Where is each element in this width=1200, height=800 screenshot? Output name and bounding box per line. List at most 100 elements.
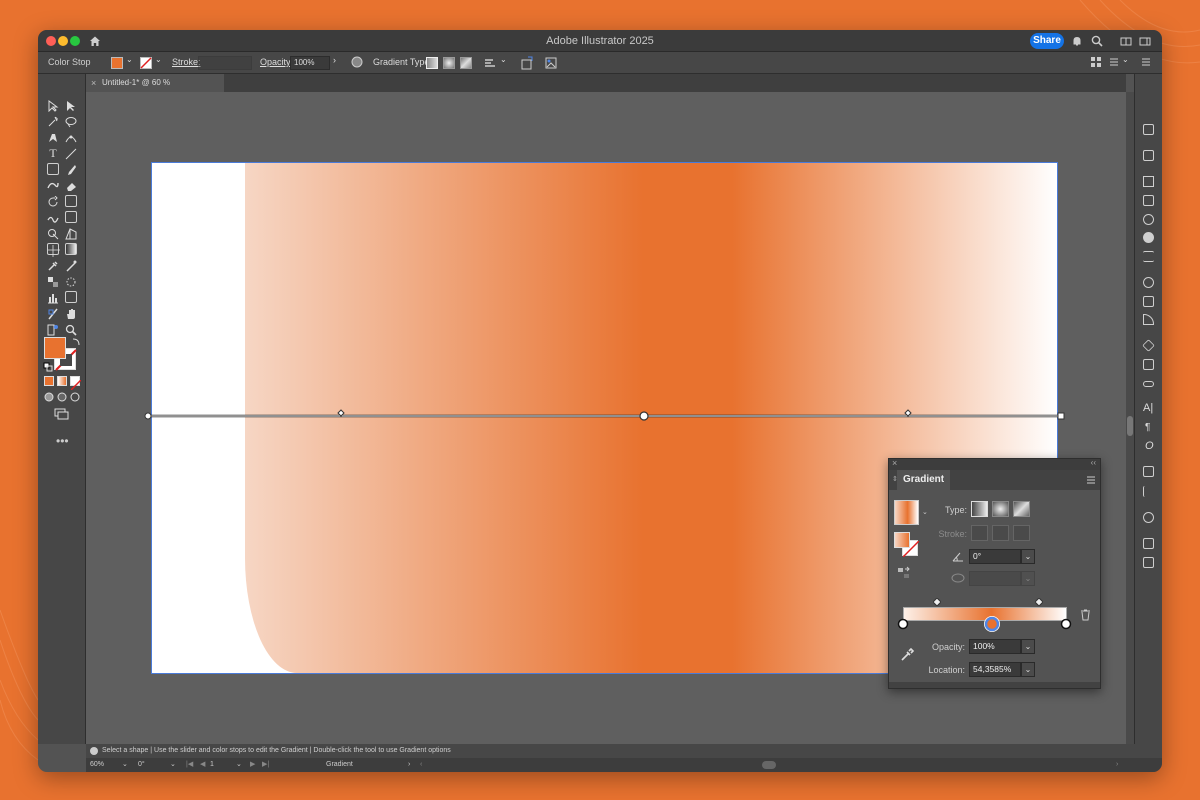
gradient-end-handle[interactable] bbox=[1057, 412, 1065, 420]
opentype-panel-icon[interactable]: O bbox=[1145, 440, 1154, 452]
measure-tool-icon[interactable] bbox=[65, 259, 77, 272]
arrange-panels-icon[interactable] bbox=[1090, 56, 1102, 68]
links-panel-icon[interactable] bbox=[1143, 381, 1154, 387]
align-icon[interactable] bbox=[483, 57, 497, 69]
gradient-panel-tab[interactable]: Gradient bbox=[897, 470, 951, 490]
scroll-right-icon[interactable]: › bbox=[1116, 758, 1118, 772]
panel-freeform-type-button[interactable] bbox=[1013, 501, 1030, 517]
stroke-swatch[interactable] bbox=[140, 57, 152, 69]
blend-tool-icon[interactable] bbox=[47, 275, 59, 287]
opacity-field[interactable]: 100% bbox=[290, 56, 330, 70]
status-menu-chevron-icon[interactable]: › bbox=[408, 758, 410, 772]
symbols-panel-icon[interactable] bbox=[1143, 232, 1154, 243]
scroll-left-icon[interactable]: ‹ bbox=[420, 758, 422, 772]
close-panel-icon[interactable]: × bbox=[892, 458, 897, 468]
rotation-value[interactable]: 0° bbox=[138, 758, 145, 772]
artboard-number[interactable]: 1 bbox=[210, 758, 214, 772]
opacity-label[interactable]: Opacity: bbox=[260, 57, 293, 67]
gradient-tool-icon[interactable] bbox=[65, 243, 77, 255]
transform-icon[interactable] bbox=[520, 56, 534, 70]
align-panel-icon[interactable] bbox=[1143, 486, 1154, 497]
stroke-dropdown-chevron-icon[interactable]: ⌄ bbox=[155, 55, 162, 64]
align-dropdown-chevron-icon[interactable]: ⌄ bbox=[500, 55, 507, 64]
rotation-dropdown-chevron-icon[interactable]: ⌄ bbox=[170, 758, 176, 772]
panel-linear-type-button[interactable] bbox=[971, 501, 988, 517]
help-icon[interactable] bbox=[90, 747, 98, 755]
options-chevron-icon[interactable]: ⌄ bbox=[1122, 55, 1129, 64]
fill-dropdown-chevron-icon[interactable]: ⌄ bbox=[126, 55, 133, 64]
collapse-panel-icon[interactable]: ‹‹ bbox=[1091, 458, 1096, 467]
image-trace-icon[interactable] bbox=[544, 56, 558, 70]
stroke-panel-icon[interactable] bbox=[1143, 251, 1154, 262]
angle-field[interactable]: 0° bbox=[969, 549, 1021, 564]
vertical-scrollbar[interactable] bbox=[1126, 92, 1134, 744]
paintbrush-tool-icon[interactable] bbox=[65, 163, 77, 175]
gradient-color-stop-handle[interactable] bbox=[639, 411, 649, 421]
appearance-panel-icon[interactable] bbox=[1143, 512, 1154, 523]
transparency-panel-icon[interactable] bbox=[1143, 314, 1154, 325]
free-transform-tool-icon[interactable] bbox=[65, 211, 77, 223]
midpoint-diamond-left[interactable] bbox=[933, 598, 941, 606]
arrange-documents-icon[interactable] bbox=[1119, 34, 1133, 48]
direct-selection-tool-icon[interactable] bbox=[65, 99, 77, 111]
symbol-sprayer-tool-icon[interactable] bbox=[65, 275, 77, 287]
gradient-fill-swatch[interactable] bbox=[894, 532, 910, 548]
type-tool-icon[interactable]: T bbox=[47, 147, 59, 159]
last-artboard-icon[interactable]: ▶| bbox=[262, 758, 269, 772]
screen-mode-icon[interactable] bbox=[54, 408, 70, 420]
eyedropper-tool-icon[interactable] bbox=[47, 259, 59, 271]
rotate-tool-icon[interactable] bbox=[47, 195, 59, 207]
close-tab-icon[interactable]: × bbox=[91, 74, 96, 92]
default-fill-stroke-icon[interactable] bbox=[43, 362, 53, 372]
stop-location-chevron-icon[interactable]: ⌄ bbox=[1021, 662, 1035, 677]
perspective-grid-tool-icon[interactable] bbox=[65, 227, 77, 240]
column-graph-tool-icon[interactable] bbox=[47, 291, 59, 304]
slice-tool-icon[interactable] bbox=[47, 307, 59, 320]
stroke-label[interactable]: Stroke: bbox=[172, 57, 201, 67]
artboard-dropdown-chevron-icon[interactable]: ⌄ bbox=[236, 758, 242, 772]
radial-gradient-button[interactable] bbox=[443, 57, 455, 69]
line-segment-tool-icon[interactable] bbox=[65, 147, 77, 160]
stop-location-field[interactable]: 54,3585% bbox=[969, 662, 1021, 677]
zoom-tool-icon[interactable] bbox=[65, 323, 77, 336]
previous-artboard-icon[interactable]: ◀ bbox=[200, 758, 205, 772]
draw-normal-icon[interactable] bbox=[44, 392, 55, 403]
eraser-tool-icon[interactable] bbox=[65, 179, 77, 191]
curvature-tool-icon[interactable] bbox=[65, 131, 77, 143]
hand-tool-icon[interactable] bbox=[65, 307, 77, 319]
document-tab[interactable]: × Untitled-1* @ 60 % (RGB/Preview) bbox=[86, 74, 224, 105]
draw-inside-icon[interactable] bbox=[70, 392, 81, 403]
adjust-panel-icon[interactable] bbox=[1143, 176, 1154, 187]
pen-tool-icon[interactable] bbox=[47, 131, 59, 143]
rectangle-tool-icon[interactable] bbox=[47, 163, 59, 175]
color-mode-button[interactable] bbox=[44, 376, 54, 386]
pathfinder-panel-icon[interactable] bbox=[1143, 466, 1154, 477]
reverse-gradient-icon[interactable] bbox=[897, 566, 911, 580]
freeform-gradient-button[interactable] bbox=[460, 57, 472, 69]
angle-dropdown-chevron-icon[interactable]: ⌄ bbox=[1021, 549, 1035, 564]
notifications-icon[interactable] bbox=[1070, 34, 1084, 48]
stop-opacity-field[interactable]: 100% bbox=[969, 639, 1021, 654]
stop-opacity-chevron-icon[interactable]: ⌄ bbox=[1021, 639, 1035, 654]
paragraph-panel-icon[interactable]: ¶ bbox=[1145, 422, 1150, 433]
swatches-grid-panel-icon[interactable] bbox=[1143, 195, 1154, 206]
panel-resize-grip[interactable] bbox=[889, 682, 1100, 688]
color-stop-selected[interactable] bbox=[984, 616, 1001, 632]
workspace-icon[interactable] bbox=[1138, 34, 1152, 48]
brushes-panel-icon[interactable] bbox=[1143, 214, 1154, 225]
character-panel-icon[interactable]: A| bbox=[1143, 402, 1153, 414]
shape-builder-tool-icon[interactable] bbox=[47, 227, 59, 240]
gradient-mode-button[interactable] bbox=[57, 376, 67, 386]
lasso-tool-icon[interactable] bbox=[65, 115, 77, 128]
magic-wand-tool-icon[interactable] bbox=[47, 115, 59, 127]
opacity-expand-chevron-icon[interactable]: › bbox=[333, 55, 336, 65]
color-panel-icon[interactable] bbox=[1143, 277, 1154, 288]
none-mode-button[interactable] bbox=[70, 376, 82, 391]
warp-tool-icon[interactable] bbox=[47, 211, 59, 223]
artboards-panel-icon[interactable] bbox=[1143, 359, 1154, 370]
artboard-tool-icon[interactable] bbox=[65, 291, 77, 303]
glyphs-panel-icon[interactable] bbox=[1143, 557, 1154, 568]
image-panel-icon[interactable] bbox=[1143, 296, 1154, 307]
panel-menu-icon[interactable] bbox=[1086, 475, 1096, 485]
control-bar-menu-icon[interactable] bbox=[1140, 56, 1152, 68]
